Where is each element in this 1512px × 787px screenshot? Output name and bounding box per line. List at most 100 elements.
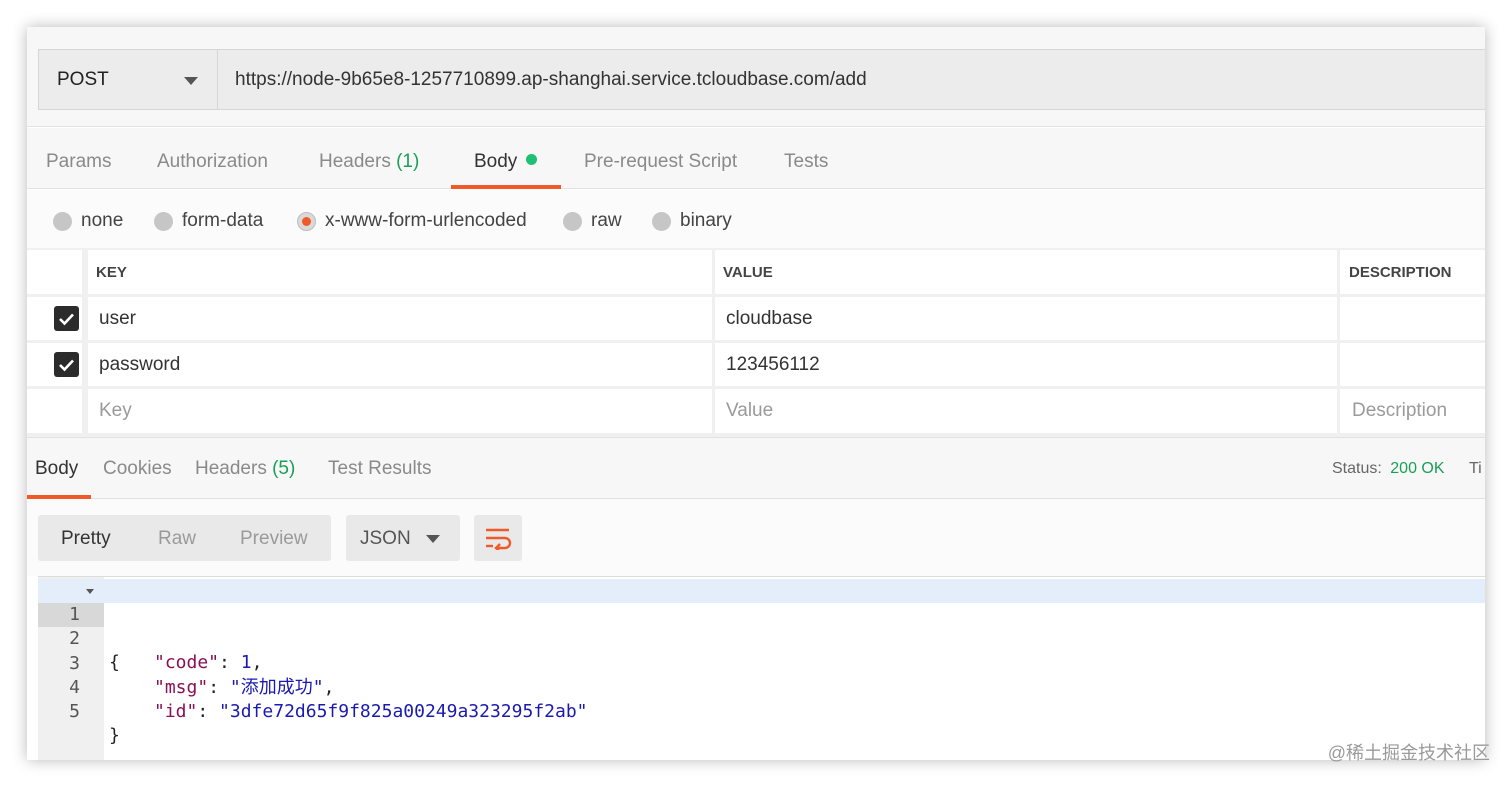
row-checkbox-cell xyxy=(27,297,82,340)
headers-count: (1) xyxy=(396,151,420,172)
table-header-value: VALUE xyxy=(715,250,1337,294)
checkmark-icon xyxy=(59,313,74,325)
description-placeholder: Description xyxy=(1352,400,1448,421)
radio-none[interactable]: none xyxy=(53,209,123,233)
fold-caret-icon[interactable] xyxy=(86,589,94,594)
url-text: https://node-9b65e8-1257710899.ap-shangh… xyxy=(235,68,867,90)
checkmark-icon xyxy=(59,359,74,371)
radio-selected-icon xyxy=(297,211,316,231)
response-body-viewer[interactable]: 1 { 2 "code": 1, 3 "msg": "添加成功", 4 "id"… xyxy=(38,576,1485,760)
tab-authorization[interactable]: Authorization xyxy=(157,128,268,189)
watermark: @稀土掘金技术社区 xyxy=(1327,743,1490,763)
value-placeholder: Value xyxy=(726,400,774,421)
radio-label: none xyxy=(81,210,124,231)
status-badge: 200 OK xyxy=(1390,460,1445,477)
code-line: 1 { xyxy=(38,579,1485,673)
view-mode-selector: Pretty Raw Preview xyxy=(38,515,331,561)
column-label: VALUE xyxy=(723,263,773,281)
tab-tests[interactable]: Tests xyxy=(784,128,828,189)
new-key-input[interactable]: Key xyxy=(88,389,712,433)
tab-label: Cookies xyxy=(103,458,172,479)
tab-headers[interactable]: Headers (1) xyxy=(319,128,419,189)
format-select[interactable]: JSON xyxy=(346,515,460,561)
method-label: POST xyxy=(57,68,109,90)
url-bar: POST https://node-9b65e8-1257710899.ap-s… xyxy=(27,27,1485,127)
radio-circle-icon xyxy=(53,211,72,231)
tab-label: Authorization xyxy=(157,151,268,172)
radio-label: raw xyxy=(591,210,622,231)
radio-circle-icon xyxy=(154,211,173,231)
checkbox-checked[interactable] xyxy=(54,352,79,377)
tab-body[interactable]: Body xyxy=(474,128,538,189)
code-line: 5 } xyxy=(38,676,1485,746)
code-line: 2 "code": 1, xyxy=(38,603,1485,673)
response-tab-headers[interactable]: Headers (5) xyxy=(195,438,295,498)
key-text: user xyxy=(99,307,136,329)
checkbox-checked[interactable] xyxy=(54,306,79,331)
tab-pre-request-script[interactable]: Pre-request Script xyxy=(584,128,737,189)
response-tab-body[interactable]: Body xyxy=(35,438,78,498)
view-mode-raw[interactable]: Raw xyxy=(158,515,196,561)
tab-label: Tests xyxy=(784,151,829,172)
radio-x-www-form-urlencoded[interactable]: x-www-form-urlencoded xyxy=(297,209,527,233)
chevron-down-icon xyxy=(184,77,198,85)
column-label: KEY xyxy=(96,263,127,281)
wrap-lines-button[interactable] xyxy=(474,515,522,561)
format-label: JSON xyxy=(360,528,411,549)
radio-label: x-www-form-urlencoded xyxy=(325,210,527,231)
response-tab-cookies[interactable]: Cookies xyxy=(103,438,172,498)
chevron-down-icon xyxy=(426,535,440,543)
params-table: KEY VALUE DESCRIPTION user cloudbase pas… xyxy=(27,248,1485,437)
json-brace: } xyxy=(109,725,120,746)
value-field[interactable]: cloudbase xyxy=(715,297,1337,340)
value-text: 123456112 xyxy=(726,353,820,375)
tab-label: Test Results xyxy=(328,458,432,479)
code-line: 4 "id": "3dfe72d65f9f825a00249a323295f2a… xyxy=(38,652,1485,722)
view-mode-preview[interactable]: Preview xyxy=(240,515,308,561)
tab-label: Body xyxy=(474,151,518,172)
time-label: Ti xyxy=(1468,460,1482,477)
radio-circle-icon xyxy=(652,211,671,231)
active-tab-underline xyxy=(451,185,561,189)
table-header-check xyxy=(27,250,82,294)
url-input[interactable]: https://node-9b65e8-1257710899.ap-shangh… xyxy=(217,49,1485,110)
radio-binary[interactable]: binary xyxy=(652,209,732,233)
radio-raw[interactable]: raw xyxy=(563,209,622,233)
radio-label: form-data xyxy=(182,210,264,231)
key-field[interactable]: password xyxy=(88,343,712,386)
key-field[interactable]: user xyxy=(88,297,712,340)
row-checkbox-cell-empty xyxy=(27,389,82,433)
status-label: Status: xyxy=(1332,460,1382,477)
tab-label: Body xyxy=(35,458,79,479)
table-header-key: KEY xyxy=(88,250,712,294)
value-text: cloudbase xyxy=(726,307,813,329)
view-mode-pretty[interactable]: Pretty xyxy=(61,515,111,561)
key-text: password xyxy=(99,353,181,375)
tab-params[interactable]: Params xyxy=(46,128,111,189)
line-number: 5 xyxy=(69,701,80,722)
tab-label: Params xyxy=(46,151,112,172)
method-select[interactable]: POST xyxy=(38,49,218,110)
tab-label: Pre-request Script xyxy=(584,151,738,172)
radio-label: binary xyxy=(680,210,732,231)
description-field[interactable] xyxy=(1340,297,1485,340)
code-line: 3 "msg": "添加成功", xyxy=(38,628,1485,698)
radio-circle-icon xyxy=(563,211,582,231)
table-header-description: DESCRIPTION xyxy=(1340,250,1485,294)
value-field[interactable]: 123456112 xyxy=(715,343,1337,386)
tab-label: Headers xyxy=(319,151,391,172)
json-value: "3dfe72d65f9f825a00249a323295f2ab" xyxy=(219,701,588,722)
new-description-input[interactable]: Description xyxy=(1340,389,1485,433)
description-field[interactable] xyxy=(1340,343,1485,386)
key-placeholder: Key xyxy=(99,400,132,421)
response-toolbar: Pretty Raw Preview JSON xyxy=(27,499,1485,576)
response-tabs: Body Cookies Headers (5) Test Results St… xyxy=(27,437,1485,499)
radio-form-data[interactable]: form-data xyxy=(154,209,263,233)
tab-label: Headers xyxy=(195,458,267,479)
response-tab-test-results[interactable]: Test Results xyxy=(328,438,431,498)
status-indicator: Status: 200 OK Ti xyxy=(1332,460,1482,478)
new-value-input[interactable]: Value xyxy=(715,389,1337,433)
body-indicator-dot xyxy=(526,154,538,165)
wrap-lines-icon xyxy=(486,528,512,550)
postman-window: POST https://node-9b65e8-1257710899.ap-s… xyxy=(27,27,1485,760)
